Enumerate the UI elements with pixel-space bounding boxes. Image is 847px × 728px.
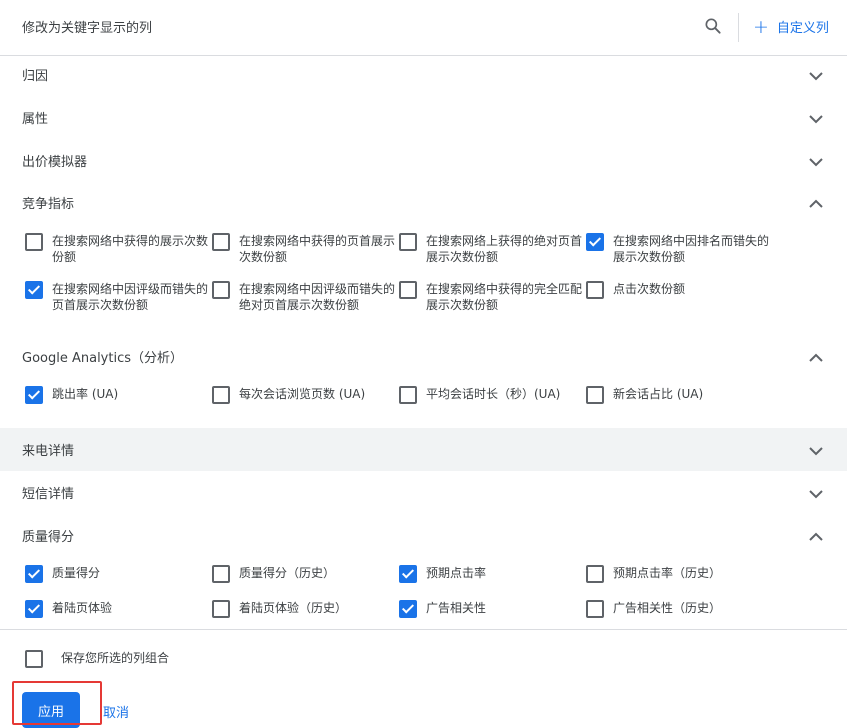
section-attributes[interactable]: 属性 <box>0 96 847 139</box>
section-title: 质量得分 <box>22 530 75 545</box>
section-sms-details[interactable]: 短信详情 <box>0 471 847 514</box>
checkbox[interactable] <box>25 600 43 618</box>
checkbox-item[interactable]: 在搜索网络中因评级而错失的绝对页首展示次数份额 <box>212 281 395 313</box>
section-quality-score[interactable]: 质量得分 <box>0 514 847 557</box>
checkbox-item[interactable]: 每次会话浏览页数 (UA) <box>212 386 395 404</box>
section-competitive-metrics[interactable]: 竞争指标 <box>0 181 847 224</box>
checkbox[interactable] <box>25 565 43 583</box>
chevron-down-icon <box>809 447 823 456</box>
checkbox[interactable] <box>212 281 230 299</box>
checkbox[interactable] <box>25 386 43 404</box>
save-combination-label: 保存您所选的列组合 <box>61 651 170 665</box>
header-divider <box>738 13 739 42</box>
checkbox[interactable] <box>586 565 604 583</box>
checkbox-label: 质量得分 <box>52 566 101 580</box>
checkbox-item[interactable]: 点击次数份额 <box>586 281 769 299</box>
checkbox-label: 平均会话时长（秒）(UA) <box>426 387 561 401</box>
plus-icon: + <box>753 15 769 38</box>
checkbox-item[interactable]: 在搜索网络中获得的展示次数份额 <box>25 233 208 265</box>
checkbox-label: 在搜索网络中获得的展示次数份额 <box>52 234 209 264</box>
checkbox-label: 预期点击率 <box>426 566 487 580</box>
checkbox-label: 在搜索网络中因评级而错失的绝对页首展示次数份额 <box>239 282 396 312</box>
chevron-down-icon <box>809 158 823 167</box>
chevron-up-icon <box>809 353 823 362</box>
checkbox-item[interactable]: 在搜索网络中因排名而错失的展示次数份额 <box>586 233 769 265</box>
footer-divider <box>0 629 847 630</box>
checkbox-item[interactable]: 广告相关性 <box>399 600 582 618</box>
section-bid-simulator[interactable]: 出价模拟器 <box>0 139 847 182</box>
checkbox[interactable] <box>25 233 43 251</box>
checkbox[interactable] <box>399 565 417 583</box>
chevron-up-icon <box>809 199 823 208</box>
checkbox-item[interactable]: 平均会话时长（秒）(UA) <box>399 386 582 404</box>
checkbox[interactable] <box>399 386 417 404</box>
custom-column-label: 自定义列 <box>776 21 829 36</box>
checkbox-item[interactable]: 质量得分 <box>25 565 208 583</box>
section-google-analytics[interactable]: Google Analytics（分析） <box>0 335 847 378</box>
checkbox-label: 预期点击率（历史） <box>613 566 722 580</box>
custom-column-button[interactable]: + 自定义列 <box>753 17 829 36</box>
cancel-button[interactable]: 取消 <box>103 702 129 721</box>
checkbox-label: 着陆页体验（历史） <box>239 601 348 615</box>
section-attribution[interactable]: 归因 <box>0 53 847 96</box>
checkbox[interactable] <box>586 233 604 251</box>
checkbox-label: 广告相关性（历史） <box>613 601 722 615</box>
checkbox-item[interactable]: 在搜索网络中获得的完全匹配展示次数份额 <box>399 281 582 313</box>
checkbox[interactable] <box>212 233 230 251</box>
checkbox[interactable] <box>212 386 230 404</box>
checkbox[interactable] <box>399 233 417 251</box>
dialog-title: 修改为关键字显示的列 <box>22 21 153 36</box>
checkbox-item[interactable]: 新会话占比 (UA) <box>586 386 769 404</box>
checkbox[interactable] <box>586 386 604 404</box>
section-title: 短信详情 <box>22 487 75 502</box>
checkbox-label: 着陆页体验 <box>52 601 113 615</box>
apply-button[interactable]: 应用 <box>22 692 80 728</box>
checkbox-label: 每次会话浏览页数 (UA) <box>239 387 366 401</box>
checkbox[interactable] <box>399 600 417 618</box>
section-title: 来电详情 <box>22 444 75 459</box>
section-title: 竞争指标 <box>22 197 75 212</box>
checkbox-label: 新会话占比 (UA) <box>613 387 704 401</box>
section-title: Google Analytics（分析） <box>22 351 184 366</box>
checkbox[interactable] <box>212 600 230 618</box>
checkbox-label: 在搜索网络中因评级而错失的页首展示次数份额 <box>52 282 209 312</box>
search-icon[interactable] <box>703 16 723 36</box>
checkbox[interactable] <box>586 600 604 618</box>
chevron-down-icon <box>809 115 823 124</box>
checkbox-item[interactable]: 在搜索网络中获得的页首展示次数份额 <box>212 233 395 265</box>
section-title: 归因 <box>22 69 49 84</box>
checkbox[interactable] <box>399 281 417 299</box>
checkbox-label: 在搜索网络中获得的页首展示次数份额 <box>239 234 396 264</box>
save-combination-checkbox[interactable] <box>25 650 43 668</box>
checkbox-label: 质量得分（历史） <box>239 566 336 580</box>
checkbox-item[interactable]: 跳出率 (UA) <box>25 386 208 404</box>
checkbox-label: 广告相关性 <box>426 601 487 615</box>
checkbox-label: 在搜索网络上获得的绝对页首展示次数份额 <box>426 234 583 264</box>
checkbox-item[interactable]: 在搜索网络上获得的绝对页首展示次数份额 <box>399 233 582 265</box>
chevron-down-icon <box>809 490 823 499</box>
chevron-down-icon <box>809 72 823 81</box>
section-title: 出价模拟器 <box>22 155 88 170</box>
checkbox[interactable] <box>212 565 230 583</box>
checkbox[interactable] <box>25 281 43 299</box>
checkbox[interactable] <box>586 281 604 299</box>
checkbox-label: 在搜索网络中因排名而错失的展示次数份额 <box>613 234 770 264</box>
checkbox-item[interactable]: 着陆页体验（历史） <box>212 600 395 618</box>
checkbox-item[interactable]: 预期点击率 <box>399 565 582 583</box>
checkbox-label: 在搜索网络中获得的完全匹配展示次数份额 <box>426 282 583 312</box>
checkbox-label: 点击次数份额 <box>613 282 686 296</box>
dialog-header: 修改为关键字显示的列 + 自定义列 <box>0 0 847 56</box>
save-combination-checkbox-item[interactable]: 保存您所选的列组合 <box>25 650 261 668</box>
section-title: 属性 <box>22 112 49 127</box>
checkbox-item[interactable]: 在搜索网络中因评级而错失的页首展示次数份额 <box>25 281 208 313</box>
section-call-details[interactable]: 来电详情 <box>0 428 847 471</box>
checkbox-item[interactable]: 预期点击率（历史） <box>586 565 769 583</box>
checkbox-item[interactable]: 质量得分（历史） <box>212 565 395 583</box>
chevron-up-icon <box>809 532 823 541</box>
checkbox-item[interactable]: 着陆页体验 <box>25 600 208 618</box>
checkbox-item[interactable]: 广告相关性（历史） <box>586 600 769 618</box>
checkbox-label: 跳出率 (UA) <box>52 387 119 401</box>
